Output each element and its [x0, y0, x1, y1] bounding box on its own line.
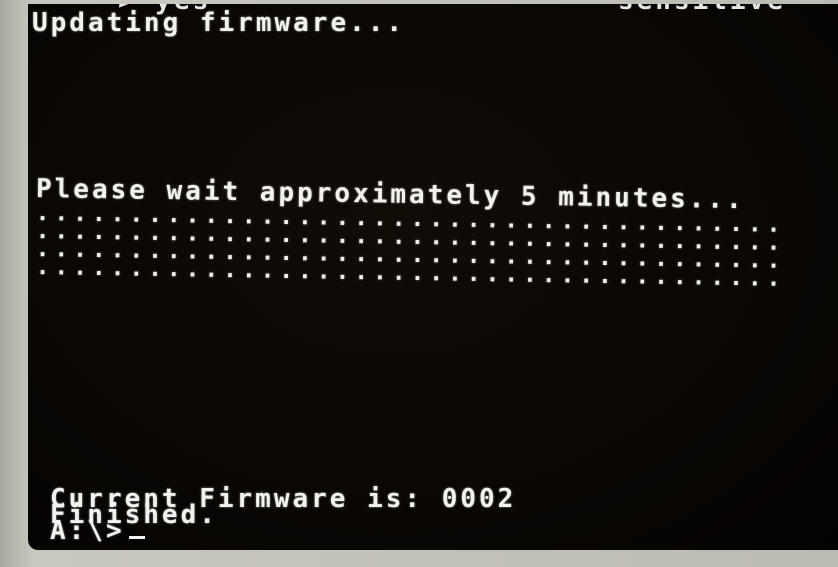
- progress-dots-row: ........................................: [35, 255, 786, 292]
- command-prompt[interactable]: A:\>: [50, 516, 145, 546]
- partial-top-line-right: sensitive: [618, 4, 786, 16]
- text-cursor: [128, 536, 145, 539]
- updating-firmware-line: Updating firmware...: [32, 8, 406, 38]
- prompt-text: A:\>: [50, 516, 125, 546]
- terminal-screen[interactable]: > yes sensitive Updating firmware... Ple…: [28, 4, 838, 550]
